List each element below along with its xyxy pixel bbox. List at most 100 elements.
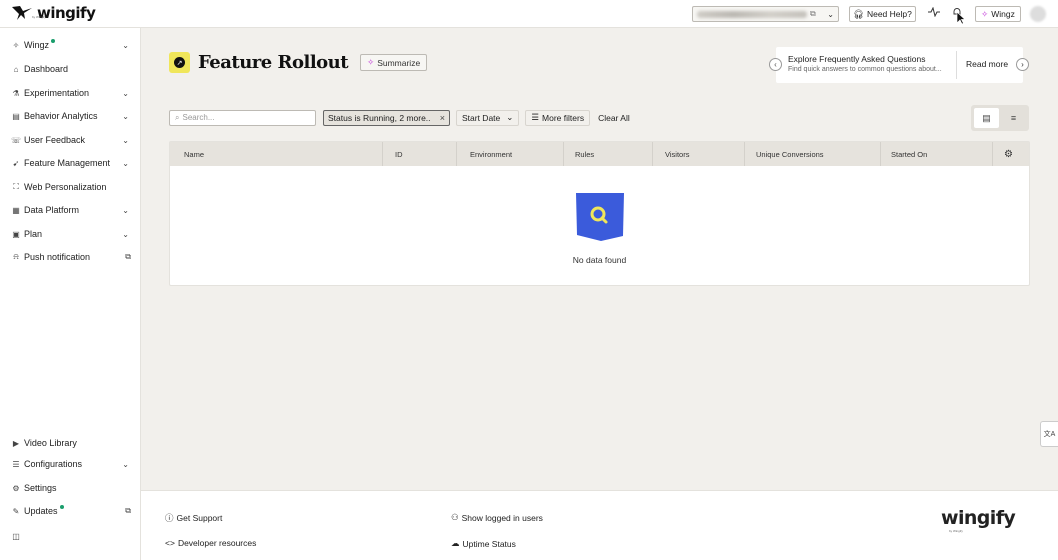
sidebar-item-updates[interactable]: ✎ Updates ⧉: [0, 502, 141, 520]
chevron-down-icon: ⌄: [122, 135, 129, 145]
sidebar-item-web-personalization[interactable]: ⛶ Web Personalization: [0, 178, 141, 196]
search-placeholder: Search...: [182, 113, 215, 122]
sidebar-item-label: Data Platform: [24, 205, 80, 215]
list-view-icon: ≡: [1010, 113, 1017, 123]
brand-sub: by Wingify: [32, 15, 46, 19]
personalize-icon: ⛶: [13, 182, 19, 191]
column-divider: [563, 142, 564, 166]
brand-logo[interactable]: wingify: [11, 4, 96, 22]
more-filters-label: More filters: [542, 112, 585, 123]
status-filter-chip[interactable]: Status is Running, 2 more.. ×: [323, 109, 450, 126]
column-settings-gear-icon[interactable]: ⚙: [1004, 142, 1013, 166]
sidebar-item-label: Experimentation: [24, 88, 90, 98]
sidebar-item-feature-management[interactable]: ➹ Feature Management ⌄: [0, 154, 141, 172]
copy-icon[interactable]: ⧉: [810, 9, 816, 19]
column-header-visitors[interactable]: Visitors: [665, 142, 689, 166]
sidebar-item-label: User Feedback: [24, 135, 86, 145]
sidebar-item-label: Feature Management: [24, 158, 111, 168]
card-view-button[interactable]: ▤: [974, 108, 999, 128]
more-filters-button[interactable]: ☰ More filters: [525, 109, 591, 126]
sidebar-item-plan[interactable]: ▣ Plan ⌄: [0, 225, 141, 243]
column-header-id[interactable]: ID: [395, 142, 403, 166]
sidebar-collapse-toggle[interactable]: ◫: [0, 527, 141, 545]
sidebar-item-push-notification[interactable]: ⍾ Push notification ⧉: [0, 248, 141, 266]
need-help-button[interactable]: 🎧︎ Need Help?: [849, 6, 916, 22]
sidebar-item-label: Wingz: [24, 40, 50, 50]
arrow-up-right-icon: ↗: [174, 57, 185, 68]
sidebar-item-behavior-analytics[interactable]: ▤ Behavior Analytics ⌄: [0, 107, 141, 125]
column-header-rules[interactable]: Rules: [575, 142, 594, 166]
search-icon: ⌕: [175, 112, 180, 122]
workspace-select[interactable]: ⧉ ⌄: [692, 6, 839, 22]
cloud-icon: ☁: [451, 538, 460, 548]
chevron-down-icon: ⌄: [122, 158, 129, 168]
code-icon: <>: [165, 538, 175, 548]
status-filter-label: Status is Running, 2 more..: [328, 112, 431, 123]
sidebar-item-video-library[interactable]: ▶ Video Library: [0, 434, 141, 452]
list-view-button[interactable]: ≡: [1001, 108, 1026, 128]
read-more-link[interactable]: Read more: [966, 59, 1008, 69]
column-divider: [992, 142, 993, 166]
avatar[interactable]: [1030, 6, 1046, 22]
chevron-down-icon: ⌄: [122, 459, 129, 469]
rocket-icon: ➹: [12, 158, 20, 168]
new-dot: [51, 39, 56, 43]
database-icon: ▦: [12, 205, 20, 215]
sidebar-item-dashboard[interactable]: ⌂ Dashboard: [0, 60, 141, 78]
headset-icon: 🎧︎: [853, 8, 864, 19]
column-header-started-on[interactable]: Started On: [891, 142, 927, 166]
sidebar-item-experimentation[interactable]: ⚗ Experimentation ⌄: [0, 84, 141, 102]
summarize-label: Summarize: [377, 57, 421, 68]
wingz-button[interactable]: ✧ Wingz: [975, 6, 1021, 22]
sidebar-item-label: Dashboard: [24, 64, 69, 74]
faq-next-button[interactable]: ›: [1016, 58, 1029, 71]
column-header-name[interactable]: Name: [184, 142, 204, 166]
home-icon: ⌂: [13, 64, 19, 74]
faq-prev-button[interactable]: ‹: [769, 58, 782, 71]
feedback-icon: ☏: [10, 135, 21, 145]
translate-handle[interactable]: 文A: [1040, 421, 1058, 447]
filter-bar: ⌕ Search... Status is Running, 2 more.. …: [169, 109, 630, 126]
sparkle-icon: ✧: [981, 8, 989, 19]
show-logged-in-users-link[interactable]: ⚇ Show logged in users: [451, 512, 543, 523]
faq-subtitle: Find quick answers to common questions a…: [788, 66, 942, 73]
chevron-down-icon: ⌄: [122, 88, 129, 98]
chevron-down-icon: ⌄: [122, 229, 129, 239]
wingz-label: Wingz: [991, 9, 1015, 19]
sidebar-item-wingz[interactable]: ✧ Wingz ⌄: [0, 36, 141, 54]
sliders-icon: ☰: [12, 459, 20, 469]
uptime-status-link[interactable]: ☁ Uptime Status: [451, 538, 516, 549]
footer: ⓘ Get Support <> Developer resources ⚇ S…: [141, 490, 1058, 560]
column-divider: [880, 142, 881, 166]
sidebar-item-user-feedback[interactable]: ☏ User Feedback ⌄: [0, 131, 141, 149]
chevron-down-icon: ⌄: [506, 112, 514, 122]
sidebar-item-settings[interactable]: ⚙ Settings: [0, 479, 141, 497]
external-link-icon: ⧉: [125, 506, 131, 515]
feature-table: Name ID Environment Rules Visitors Uniqu…: [169, 141, 1030, 286]
translate-icon: 文A: [1043, 431, 1056, 438]
users-icon: ⚇: [451, 512, 459, 522]
chevron-left-icon: ‹: [774, 60, 777, 69]
chevron-down-icon: ⌄: [827, 9, 834, 19]
sidebar: ✧ Wingz ⌄ ⌂ Dashboard ⚗ Experimentation …: [0, 28, 141, 560]
search-input[interactable]: ⌕ Search...: [169, 109, 316, 126]
column-header-environment[interactable]: Environment: [470, 142, 512, 166]
sidebar-item-label: Plan: [24, 229, 43, 239]
summarize-button[interactable]: ✧ Summarize: [360, 54, 428, 71]
chevron-down-icon: ⌄: [122, 205, 129, 215]
start-date-label: Start Date: [462, 112, 501, 123]
need-help-label: Need Help?: [866, 9, 912, 19]
get-support-link[interactable]: ⓘ Get Support: [165, 512, 222, 524]
developer-resources-link[interactable]: <> Developer resources: [165, 538, 256, 548]
close-icon[interactable]: ×: [440, 113, 445, 123]
clear-all-button[interactable]: Clear All: [598, 113, 630, 123]
sidebar-item-data-platform[interactable]: ▦ Data Platform ⌄: [0, 201, 141, 219]
column-header-unique-conversions[interactable]: Unique Conversions: [756, 142, 824, 166]
megaphone-icon: ✎: [12, 506, 20, 516]
sidebar-item-configurations[interactable]: ☰ Configurations ⌄: [0, 455, 141, 473]
start-date-dropdown[interactable]: Start Date ⌄: [456, 109, 520, 126]
faq-card: Explore Frequently Asked Questions Find …: [776, 47, 1023, 83]
activity-icon[interactable]: [928, 7, 940, 17]
top-bar: wingify by Wingify ⧉ ⌄ 🎧︎ Need Help? ✧ W…: [0, 0, 1058, 28]
sidebar-item-label: Settings: [24, 483, 57, 493]
